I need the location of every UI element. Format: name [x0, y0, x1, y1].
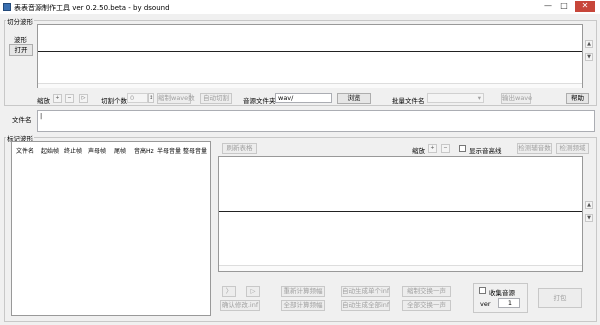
- auto-gen-all-button[interactable]: 自动生成全部inf: [341, 300, 390, 311]
- mark-zoom-plus-button[interactable]: +: [428, 144, 437, 153]
- calc-all-amplitude-button[interactable]: 全部计算频幅: [281, 300, 325, 311]
- title-bar: 表表音源制作工具 ver 0.2.50.beta - by dsound — □…: [0, 0, 600, 14]
- collect-audio-label: 收集音源: [489, 289, 515, 297]
- refresh-table-button[interactable]: 刷新表格: [222, 143, 257, 154]
- confirm-modify-button[interactable]: 确认修改.inf: [220, 300, 260, 311]
- cut-count-label: 切割个数: [101, 97, 127, 105]
- open-button[interactable]: 打开: [9, 44, 33, 56]
- copy-swap-one-button[interactable]: 缩制交换一声: [402, 286, 451, 297]
- mark-zoom-label: 缩放: [412, 147, 425, 155]
- column-header-start-frame[interactable]: 起始帧: [41, 146, 59, 155]
- batch-filename-select[interactable]: ▾: [427, 93, 484, 103]
- maximize-button[interactable]: □: [557, 1, 571, 12]
- cut-count-input[interactable]: 0: [127, 93, 148, 103]
- column-header-consonant-frame[interactable]: 声母帧: [88, 146, 106, 155]
- split-wave-group-label: 切分波形: [6, 16, 34, 26]
- column-header-full-volume[interactable]: 整母音量: [183, 146, 207, 155]
- scroll-down-button[interactable]: ▼: [585, 53, 593, 61]
- mark-table[interactable]: [11, 141, 211, 316]
- column-header-half-volume[interactable]: 半母音量: [157, 146, 181, 155]
- show-waveline-label: 显示音高线: [469, 147, 502, 155]
- mark-scroll-down-button[interactable]: ▼: [585, 214, 593, 222]
- close-button[interactable]: ✕: [575, 1, 595, 12]
- ver-input[interactable]: 1: [498, 298, 520, 308]
- mark-scroll-up-button[interactable]: ▲: [585, 201, 593, 209]
- batch-filename-label: 批量文件名: [392, 97, 425, 105]
- show-waveline-checkbox[interactable]: [459, 145, 466, 152]
- detect-end-button[interactable]: 检测频域: [556, 143, 589, 154]
- detect-pitch-button[interactable]: 检测辅音数: [517, 143, 552, 154]
- cut-count-spinner[interactable]: ↕: [148, 93, 154, 103]
- collect-audio-checkbox[interactable]: [479, 287, 486, 294]
- mark-horizontal-scrollbar[interactable]: [219, 265, 582, 271]
- filename-input[interactable]: |: [37, 110, 595, 132]
- horizontal-scrollbar[interactable]: [38, 83, 582, 88]
- dropdown-arrow-icon: ▾: [477, 94, 481, 102]
- window-title: 表表音源制作工具 ver 0.2.50.beta - by dsound: [14, 4, 170, 12]
- pack-button[interactable]: 打包: [538, 288, 582, 308]
- swap-all-button[interactable]: 全部交换一声: [402, 300, 451, 311]
- mark-waveform-panel[interactable]: [218, 156, 583, 272]
- auto-cut-button[interactable]: 自动切割: [200, 93, 232, 104]
- browse-button[interactable]: 浏览: [337, 93, 371, 104]
- help-button[interactable]: 帮助: [566, 93, 589, 104]
- waveform-baseline: [38, 51, 582, 52]
- column-header-end-frame[interactable]: 终止帧: [64, 146, 82, 155]
- prev-button[interactable]: 〉: [222, 286, 236, 297]
- auto-gen-single-button[interactable]: 自动生成单个inf: [341, 286, 390, 297]
- ver-label: ver: [480, 300, 491, 308]
- zoom-label: 缩放: [37, 97, 50, 105]
- recalc-amplitude-button[interactable]: 重新计算频幅: [281, 286, 325, 297]
- zoom-minus-button[interactable]: −: [65, 94, 74, 103]
- column-header-pitch[interactable]: 音高Hz: [134, 146, 154, 155]
- filename-label: 文件名: [12, 116, 32, 124]
- copy-wave-button[interactable]: 缩制wave数: [157, 93, 195, 104]
- split-waveform-panel[interactable]: [37, 24, 583, 88]
- app-icon: [3, 3, 11, 11]
- column-header-tail-frame[interactable]: 尾帧: [114, 146, 126, 155]
- next-button[interactable]: ▷: [246, 286, 260, 297]
- wave-label: 波形: [14, 36, 27, 44]
- minimize-button[interactable]: —: [541, 1, 555, 12]
- scroll-up-button[interactable]: ▲: [585, 40, 593, 48]
- zoom-right-button[interactable]: ▷: [79, 94, 88, 103]
- mark-waveform-baseline: [219, 211, 582, 212]
- column-header-filename[interactable]: 文件名: [16, 146, 34, 155]
- audio-folder-label: 音源文件夹: [243, 97, 276, 105]
- audio-folder-input[interactable]: wav/: [275, 93, 332, 103]
- mark-zoom-minus-button[interactable]: −: [441, 144, 450, 153]
- output-wave-button[interactable]: 输出wave: [501, 93, 532, 104]
- zoom-plus-button[interactable]: +: [53, 94, 62, 103]
